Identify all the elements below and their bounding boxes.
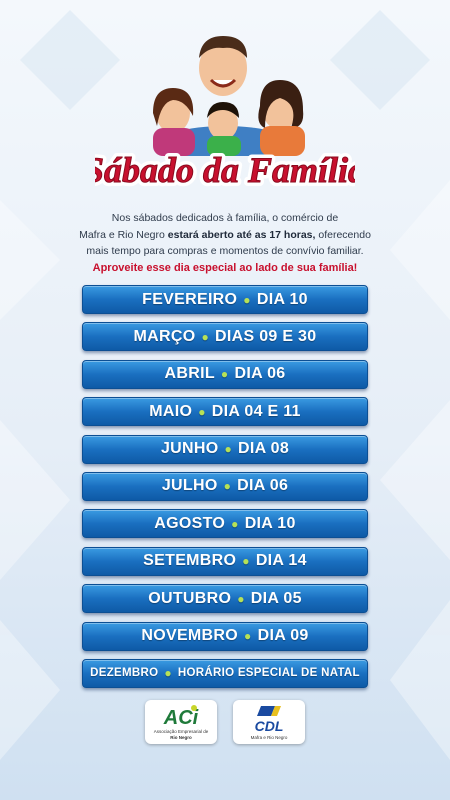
day-label: HORÁRIO ESPECIAL DE NATAL bbox=[177, 667, 360, 680]
separator-dot: ● bbox=[244, 629, 252, 644]
month-label: JULHO bbox=[161, 477, 218, 495]
date-button-october[interactable]: OUTUBRO ● DIA 05 bbox=[82, 584, 368, 614]
date-button-november[interactable]: NOVEMBRO ● DIA 09 bbox=[82, 621, 368, 651]
separator-dot: ● bbox=[223, 479, 232, 494]
intro-line-3: mais tempo para compras e momentos de co… bbox=[86, 245, 364, 257]
day-label: DIA 10 bbox=[256, 290, 308, 308]
date-button-april[interactable]: ABRIL ● DIA 06 bbox=[82, 359, 368, 389]
separator-dot: ● bbox=[164, 666, 172, 681]
day-label: DIAS 09 E 30 bbox=[215, 327, 317, 345]
month-label: AGOSTO bbox=[154, 514, 226, 532]
month-label: NOVEMBRO bbox=[141, 627, 239, 645]
day-label: DIA 10 bbox=[244, 514, 296, 532]
aci-logo[interactable]: ACi Associação Empresarial de Rio Negro bbox=[145, 700, 217, 744]
cdl-logo[interactable]: CDL Mafra e Rio Negro bbox=[233, 700, 305, 744]
month-label: MARÇO bbox=[133, 327, 196, 345]
intro-line-2: Mafra e Rio Negro estará aberto até as 1… bbox=[30, 227, 420, 244]
day-label: DIA 04 E 11 bbox=[211, 402, 301, 420]
cdl-brand: CDL bbox=[255, 718, 284, 734]
separator-dot: ● bbox=[243, 292, 251, 307]
day-label: DIA 06 bbox=[234, 365, 286, 383]
aci-line-2: Rio Negro bbox=[170, 735, 192, 740]
separator-dot: ● bbox=[198, 404, 206, 419]
month-label: MAIO bbox=[149, 402, 193, 420]
separator-dot: ● bbox=[231, 516, 239, 531]
aci-logo-graphic: ACi Associação Empresarial de Rio Negro bbox=[154, 705, 209, 740]
month-label: SETEMBRO bbox=[143, 552, 237, 570]
date-button-december[interactable]: DEZEMBRO ● HORÁRIO ESPECIAL DE NATAL bbox=[82, 658, 368, 688]
date-button-february[interactable]: FEVEREIRO ● DIA 10 bbox=[82, 285, 368, 314]
separator-dot: ● bbox=[201, 329, 210, 344]
intro-line-2-bold: estará aberto até as 17 horas, bbox=[167, 228, 316, 241]
intro-highlight: Aproveite esse dia especial ao lado de s… bbox=[92, 261, 358, 274]
separator-dot: ● bbox=[224, 442, 233, 457]
date-button-july[interactable]: JULHO ● DIA 06 bbox=[82, 471, 368, 501]
family-illustration bbox=[153, 36, 305, 156]
month-label: OUTUBRO bbox=[148, 589, 232, 607]
cdl-line-1: Mafra e Rio Negro bbox=[251, 735, 288, 740]
aci-line-1: Associação Empresarial de bbox=[154, 729, 209, 734]
day-label: DIA 09 bbox=[257, 627, 309, 645]
title-logo: Sábado da Família Sábado da Família bbox=[95, 146, 355, 194]
separator-dot: ● bbox=[242, 554, 250, 569]
date-list: FEVEREIRO ● DIA 10 MARÇO ● DIAS 09 E 30 ABRI… bbox=[82, 285, 368, 696]
intro-line-1: Nos sábados dedicados à família, o comér… bbox=[111, 212, 339, 224]
separator-dot: ● bbox=[220, 367, 229, 382]
page-title: Sábado da Família bbox=[95, 150, 355, 190]
cdl-logo-graphic: CDL Mafra e Rio Negro bbox=[251, 706, 288, 740]
date-button-march[interactable]: MARÇO ● DIAS 09 E 30 bbox=[82, 322, 368, 352]
month-label: DEZEMBRO bbox=[90, 667, 159, 680]
day-label: DIA 08 bbox=[238, 440, 290, 458]
day-label: DIA 05 bbox=[250, 589, 302, 607]
date-button-june[interactable]: JUNHO ● DIA 08 bbox=[82, 434, 368, 464]
separator-dot: ● bbox=[237, 591, 245, 606]
date-button-may[interactable]: MAIO ● DIA 04 E 11 bbox=[82, 397, 368, 427]
month-label: ABRIL bbox=[164, 365, 215, 383]
day-label: DIA 06 bbox=[237, 477, 289, 495]
day-label: DIA 14 bbox=[255, 552, 307, 570]
intro-line-2-start: Mafra e Rio Negro bbox=[79, 228, 168, 241]
month-label: FEVEREIRO bbox=[142, 290, 238, 308]
date-button-august[interactable]: AGOSTO ● DIA 10 bbox=[82, 509, 368, 539]
intro-line-2-end: oferecendo bbox=[315, 228, 371, 241]
date-button-september[interactable]: SETEMBRO ● DIA 14 bbox=[82, 546, 368, 576]
month-label: JUNHO bbox=[160, 440, 219, 458]
intro-text: Nos sábados dedicados à família, o comér… bbox=[30, 210, 420, 276]
